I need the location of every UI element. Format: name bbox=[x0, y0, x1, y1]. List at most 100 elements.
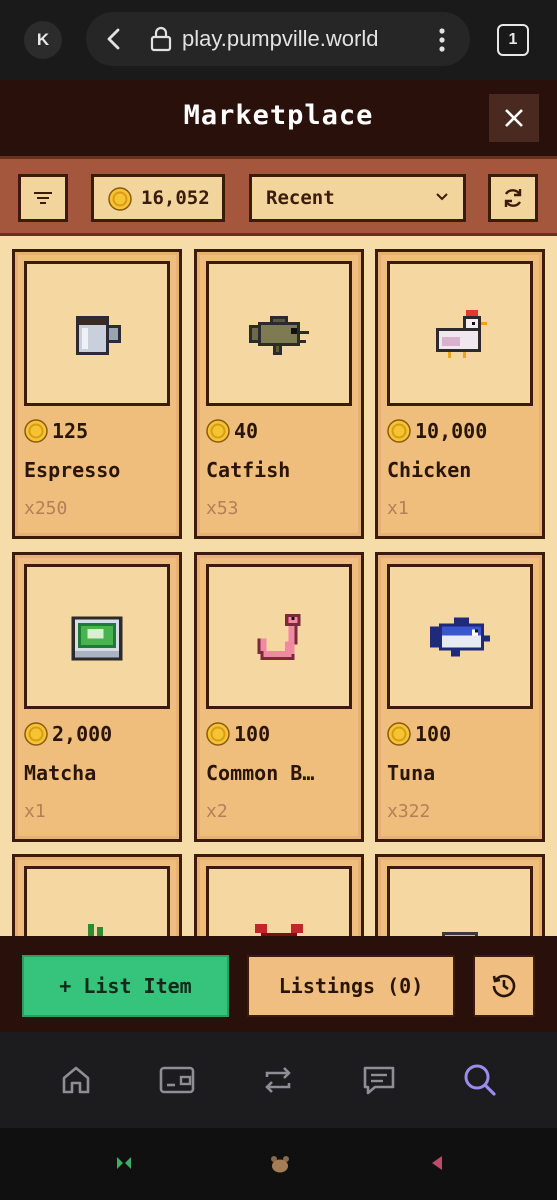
nav-home[interactable] bbox=[54, 1058, 98, 1102]
coin-icon bbox=[206, 722, 230, 746]
item-grid[interactable]: 125 Espresso x250 40 Catfish x53 10,000 … bbox=[0, 236, 557, 936]
item-name: Common B… bbox=[206, 761, 315, 785]
coin-icon bbox=[24, 419, 48, 443]
item-card[interactable] bbox=[194, 854, 364, 936]
modal-header: Marketplace bbox=[0, 80, 557, 156]
list-item-button[interactable]: + List Item bbox=[22, 955, 229, 1017]
item-price-value: 100 bbox=[234, 722, 271, 746]
item-name: Espresso bbox=[24, 458, 121, 482]
profile-avatar[interactable]: K bbox=[24, 21, 62, 59]
nav-search[interactable] bbox=[458, 1058, 502, 1102]
item-card[interactable]: 10,000 Chicken x1 bbox=[375, 249, 545, 539]
coin-icon bbox=[387, 419, 411, 443]
item-price: 100 bbox=[206, 721, 270, 747]
swap-icon bbox=[265, 1067, 291, 1093]
item-thumbnail bbox=[206, 564, 352, 709]
item-thumbnail bbox=[387, 261, 533, 406]
item-price: 125 bbox=[24, 418, 88, 444]
history-button[interactable] bbox=[473, 955, 535, 1017]
carrot-icon bbox=[85, 923, 109, 936]
lock-icon bbox=[150, 26, 172, 52]
wallet-icon bbox=[159, 1066, 195, 1094]
item-price: 100 bbox=[387, 721, 451, 747]
item-thumbnail bbox=[206, 261, 352, 406]
item-quantity: x322 bbox=[387, 801, 431, 822]
item-price-value: 40 bbox=[234, 419, 259, 443]
coin-balance: 16,052 bbox=[91, 174, 225, 222]
chat-icon bbox=[363, 1066, 395, 1095]
item-price-value: 2,000 bbox=[52, 722, 113, 746]
coin-icon bbox=[387, 722, 411, 746]
filter-button[interactable] bbox=[18, 174, 68, 222]
coin-icon bbox=[108, 187, 132, 211]
chicken-icon bbox=[436, 309, 487, 358]
tab-switcher-button[interactable]: 1 bbox=[497, 24, 529, 56]
back-arrow-icon[interactable] bbox=[100, 25, 128, 53]
item-card[interactable]: 100 Tuna x322 bbox=[375, 552, 545, 842]
item-quantity: x1 bbox=[387, 498, 409, 519]
app-shortcut-icon[interactable] bbox=[116, 1155, 132, 1171]
coin-balance-value: 16,052 bbox=[141, 187, 210, 209]
item-price-value: 100 bbox=[415, 722, 452, 746]
crab-icon bbox=[255, 923, 303, 936]
item-thumbnail bbox=[24, 261, 170, 406]
chevron-down-icon bbox=[436, 193, 448, 201]
espresso-icon bbox=[76, 315, 121, 355]
browser-chrome: K play.pumpville.world 1 bbox=[0, 0, 557, 80]
filter-icon bbox=[34, 192, 52, 204]
nav-chat[interactable] bbox=[357, 1058, 401, 1102]
catfish-icon bbox=[249, 315, 309, 355]
item-quantity: x250 bbox=[24, 498, 68, 519]
address-bar[interactable]: play.pumpville.world bbox=[86, 12, 470, 66]
search-icon bbox=[464, 1064, 496, 1096]
worm-icon bbox=[257, 613, 301, 660]
marketplace-toolbar: 16,052 Recent bbox=[0, 156, 557, 236]
item-price: 2,000 bbox=[24, 721, 112, 747]
item-price-value: 125 bbox=[52, 419, 89, 443]
item-thumbnail bbox=[24, 564, 170, 709]
close-button[interactable] bbox=[489, 94, 539, 142]
item-card[interactable]: 100 Common B… x2 bbox=[194, 552, 364, 842]
close-icon bbox=[505, 109, 523, 127]
sort-select[interactable]: Recent bbox=[249, 174, 466, 222]
coin-icon bbox=[206, 419, 230, 443]
item-card[interactable]: 2,000 Matcha x1 bbox=[12, 552, 182, 842]
sort-select-value: Recent bbox=[266, 187, 335, 209]
history-icon bbox=[492, 974, 516, 998]
nav-wallet[interactable] bbox=[155, 1058, 199, 1102]
modal-title: Marketplace bbox=[183, 100, 374, 131]
item-card[interactable] bbox=[12, 854, 182, 936]
item-quantity: x53 bbox=[206, 498, 239, 519]
item-price: 40 bbox=[206, 418, 258, 444]
item-card[interactable]: 125 Espresso x250 bbox=[12, 249, 182, 539]
item-thumbnail bbox=[24, 866, 170, 936]
marketplace-actions: + List Item Listings (0) bbox=[0, 936, 557, 1032]
refresh-icon bbox=[504, 189, 522, 207]
item-name: Tuna bbox=[387, 761, 436, 785]
more-vert-icon[interactable] bbox=[432, 26, 452, 54]
item-quantity: x2 bbox=[206, 801, 228, 822]
listings-button[interactable]: Listings (0) bbox=[247, 955, 455, 1017]
item-thumbnail bbox=[387, 866, 533, 936]
item-quantity: x1 bbox=[24, 801, 46, 822]
tuna-icon bbox=[430, 617, 490, 656]
back-triangle-icon[interactable] bbox=[430, 1155, 444, 1171]
item-name: Catfish bbox=[206, 458, 291, 482]
system-nav-bar bbox=[0, 1128, 557, 1200]
item-price: 10,000 bbox=[387, 418, 487, 444]
item-price-value: 10,000 bbox=[415, 419, 488, 443]
item-card[interactable] bbox=[375, 854, 545, 936]
item-name: Chicken bbox=[387, 458, 472, 482]
item-card[interactable]: 40 Catfish x53 bbox=[194, 249, 364, 539]
item-name: Matcha bbox=[24, 761, 97, 785]
nav-swap[interactable] bbox=[256, 1058, 300, 1102]
item-thumbnail bbox=[206, 866, 352, 936]
pet-avatar-icon[interactable] bbox=[270, 1155, 290, 1173]
item-thumbnail bbox=[387, 564, 533, 709]
rock-icon bbox=[442, 931, 478, 936]
home-icon bbox=[62, 1066, 90, 1094]
matcha-icon bbox=[71, 615, 123, 661]
coin-icon bbox=[24, 722, 48, 746]
refresh-button[interactable] bbox=[488, 174, 538, 222]
url-text[interactable]: play.pumpville.world bbox=[182, 26, 378, 52]
